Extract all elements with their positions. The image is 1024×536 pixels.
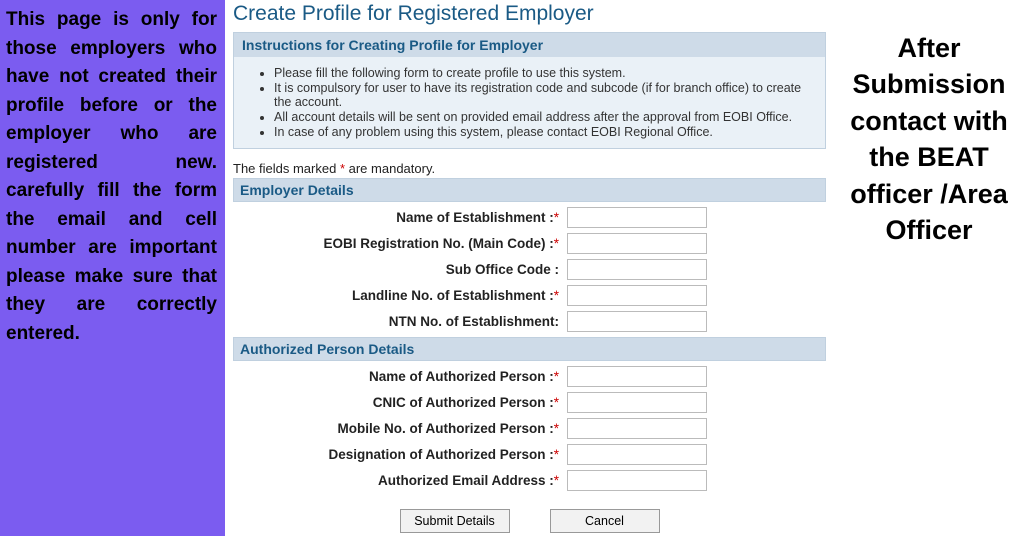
row-sub-office: Sub Office Code : — [233, 259, 826, 280]
label-landline: Landline No. of Establishment :* — [233, 288, 563, 303]
instruction-item: Please fill the following form to create… — [274, 66, 817, 80]
input-ntn[interactable] — [567, 311, 707, 332]
instruction-item: All account details will be sent on prov… — [274, 110, 817, 124]
left-note-text: This page is only for those employers wh… — [6, 9, 217, 344]
label-establishment-name: Name of Establishment :* — [233, 210, 563, 225]
input-auth-email[interactable] — [567, 470, 707, 491]
label-ntn: NTN No. of Establishment: — [233, 314, 563, 329]
button-row: Submit Details Cancel — [233, 509, 826, 533]
label-eobi-reg: EOBI Registration No. (Main Code) :* — [233, 236, 563, 251]
instructions-list: Please fill the following form to create… — [234, 57, 825, 148]
row-auth-cnic: CNIC of Authorized Person :* — [233, 392, 826, 413]
right-note-text: After Submission contact with the BEAT o… — [842, 30, 1016, 249]
asterisk-icon: * — [554, 473, 559, 488]
instructions-box: Instructions for Creating Profile for Em… — [233, 32, 826, 149]
instruction-item: It is compulsory for user to have its re… — [274, 81, 817, 109]
asterisk-icon: * — [554, 447, 559, 462]
section-authorized-details: Authorized Person Details — [233, 337, 826, 361]
row-ntn: NTN No. of Establishment: — [233, 311, 826, 332]
asterisk-icon: * — [554, 236, 559, 251]
asterisk-icon: * — [336, 161, 348, 176]
label-auth-email: Authorized Email Address :* — [233, 473, 563, 488]
asterisk-icon: * — [554, 210, 559, 225]
asterisk-icon: * — [554, 288, 559, 303]
input-auth-mobile[interactable] — [567, 418, 707, 439]
row-landline: Landline No. of Establishment :* — [233, 285, 826, 306]
row-auth-designation: Designation of Authorized Person :* — [233, 444, 826, 465]
label-auth-designation: Designation of Authorized Person :* — [233, 447, 563, 462]
input-establishment-name[interactable] — [567, 207, 707, 228]
row-auth-mobile: Mobile No. of Authorized Person :* — [233, 418, 826, 439]
asterisk-icon: * — [554, 421, 559, 436]
label-auth-cnic: CNIC of Authorized Person :* — [233, 395, 563, 410]
page-title: Create Profile for Registered Employer — [233, 0, 826, 32]
label-auth-name: Name of Authorized Person :* — [233, 369, 563, 384]
row-eobi-reg: EOBI Registration No. (Main Code) :* — [233, 233, 826, 254]
input-sub-office[interactable] — [567, 259, 707, 280]
row-establishment-name: Name of Establishment :* — [233, 207, 826, 228]
input-auth-designation[interactable] — [567, 444, 707, 465]
form-panel: Create Profile for Registered Employer I… — [225, 0, 834, 536]
cancel-button[interactable]: Cancel — [550, 509, 660, 533]
mandatory-note: The fields marked * are mandatory. — [233, 161, 826, 176]
asterisk-icon: * — [554, 395, 559, 410]
label-auth-mobile: Mobile No. of Authorized Person :* — [233, 421, 563, 436]
instructions-header: Instructions for Creating Profile for Em… — [234, 33, 825, 57]
input-auth-cnic[interactable] — [567, 392, 707, 413]
instruction-item: In case of any problem using this system… — [274, 125, 817, 139]
row-auth-email: Authorized Email Address :* — [233, 470, 826, 491]
input-auth-name[interactable] — [567, 366, 707, 387]
mandatory-prefix: The fields marked — [233, 161, 336, 176]
input-eobi-reg[interactable] — [567, 233, 707, 254]
right-note-panel: After Submission contact with the BEAT o… — [834, 0, 1024, 536]
mandatory-suffix: are mandatory. — [349, 161, 435, 176]
section-employer-details: Employer Details — [233, 178, 826, 202]
row-auth-name: Name of Authorized Person :* — [233, 366, 826, 387]
submit-button[interactable]: Submit Details — [400, 509, 510, 533]
input-landline[interactable] — [567, 285, 707, 306]
left-note-panel: This page is only for those employers wh… — [0, 0, 225, 536]
asterisk-icon: * — [554, 369, 559, 384]
label-sub-office: Sub Office Code : — [233, 262, 563, 277]
